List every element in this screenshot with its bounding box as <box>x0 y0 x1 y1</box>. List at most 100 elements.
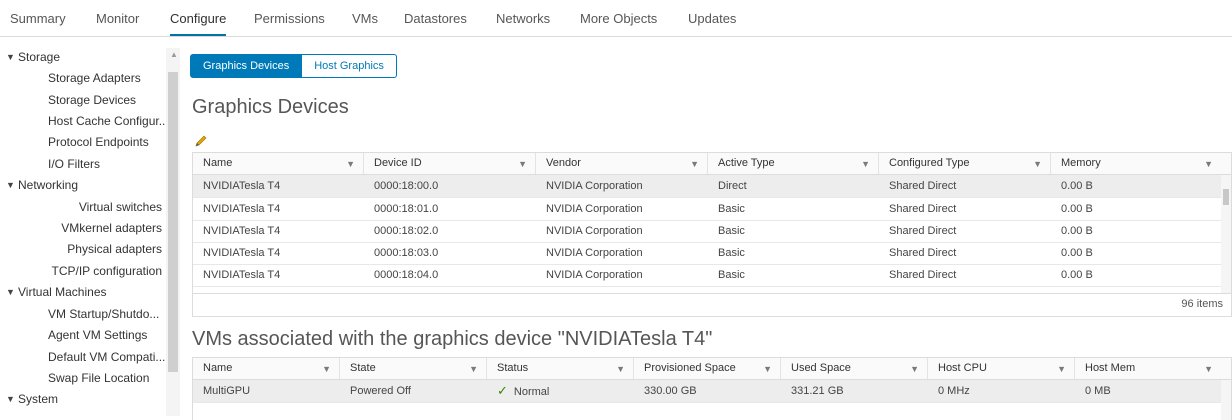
table-row[interactable]: MultiGPU Powered Off ✓ Normal 330.00 GB 3… <box>193 380 1223 403</box>
cell-device-id: 0000:18:01.0 <box>374 203 439 215</box>
column-header-vendor[interactable]: Vendor ▼ <box>536 153 708 174</box>
grid-scrollbar[interactable] <box>1221 175 1231 293</box>
cell-used-space: 331.21 GB <box>791 385 844 397</box>
sidebar-group-system[interactable]: ▼ System <box>6 390 59 408</box>
tab-monitor[interactable]: Monitor <box>96 11 139 26</box>
grid-scrollbar[interactable] <box>1221 380 1231 420</box>
sidebar-item-swap-file-location[interactable]: Swap File Location <box>48 369 176 387</box>
sidebar-group-label: Networking <box>18 178 79 192</box>
column-header-status[interactable]: Status ▼ <box>487 358 634 379</box>
filter-icon[interactable]: ▼ <box>322 359 331 380</box>
edit-pencil-icon[interactable] <box>194 134 208 148</box>
sidebar-item-io-filters[interactable]: I/O Filters <box>48 155 176 173</box>
cell-memory: 0.00 B <box>1061 180 1093 192</box>
cell-memory: 0.00 B <box>1061 203 1093 215</box>
column-header-host-cpu[interactable]: Host CPU ▼ <box>928 358 1075 379</box>
host-graphics-button[interactable]: Host Graphics <box>302 54 397 78</box>
column-header-device-id[interactable]: Device ID ▼ <box>364 153 536 174</box>
filter-icon[interactable]: ▼ <box>690 154 699 175</box>
grid-footer: 96 items <box>193 293 1231 316</box>
cell-vendor: NVIDIA Corporation <box>546 180 643 192</box>
column-header-label: State <box>350 362 376 374</box>
sidebar-item-tcpip-configuration[interactable]: TCP/IP configuration <box>34 262 162 280</box>
cell-name: NVIDIATesla T4 <box>203 180 281 192</box>
tab-permissions[interactable]: Permissions <box>254 11 325 26</box>
tab-networks[interactable]: Networks <box>496 11 550 26</box>
sidebar-item-agent-vm-settings[interactable]: Agent VM Settings <box>48 326 176 344</box>
graphics-devices-button[interactable]: Graphics Devices <box>190 54 303 78</box>
cell-configured-type: Shared Direct <box>889 180 957 192</box>
column-header-label: Host CPU <box>938 362 987 374</box>
table-row[interactable]: NVIDIATesla T4 0000:18:04.0 NVIDIA Corpo… <box>193 264 1223 287</box>
column-header-active-type[interactable]: Active Type ▼ <box>708 153 879 174</box>
scroll-up-icon[interactable]: ▲ <box>170 50 178 59</box>
column-header-name[interactable]: Name ▼ <box>193 358 340 379</box>
sidebar-item-storage-devices[interactable]: Storage Devices <box>48 91 176 109</box>
tab-vms[interactable]: VMs <box>352 11 378 26</box>
cell-device-id: 0000:18:00.0 <box>374 180 439 192</box>
cell-name: NVIDIATesla T4 <box>203 203 281 215</box>
column-header-label: Device ID <box>374 157 422 169</box>
cell-device-id: 0000:18:03.0 <box>374 247 439 259</box>
cell-device-id: 0000:18:02.0 <box>374 225 439 237</box>
column-header-provisioned-space[interactable]: Provisioned Space ▼ <box>634 358 781 379</box>
table-row[interactable]: NVIDIATesla T4 0000:18:01.0 NVIDIA Corpo… <box>193 198 1223 221</box>
filter-icon[interactable]: ▼ <box>1204 359 1213 380</box>
filter-icon[interactable]: ▼ <box>616 359 625 380</box>
sidebar-group-label: Storage <box>18 50 61 64</box>
column-header-label: Provisioned Space <box>644 362 736 374</box>
cell-vendor: NVIDIA Corporation <box>546 203 643 215</box>
column-header-configured-type[interactable]: Configured Type ▼ <box>879 153 1051 174</box>
scrollbar-thumb[interactable] <box>168 72 178 372</box>
page-title: Graphics Devices <box>192 96 349 118</box>
filter-icon[interactable]: ▼ <box>1033 154 1042 175</box>
sidebar-scrollbar[interactable]: ▲ <box>166 48 180 416</box>
column-header-used-space[interactable]: Used Space ▼ <box>781 358 928 379</box>
sidebar-group-storage[interactable]: ▼ Storage <box>6 48 61 66</box>
sidebar-group-label: System <box>18 392 59 406</box>
tab-more-objects[interactable]: More Objects <box>580 11 657 26</box>
filter-icon[interactable]: ▼ <box>910 359 919 380</box>
filter-icon[interactable]: ▼ <box>346 154 355 175</box>
table-row[interactable]: NVIDIATesla T4 0000:18:00.0 NVIDIA Corpo… <box>193 175 1223 198</box>
grid-header: Name ▼ State ▼ Status ▼ Provisioned Space ▼ … <box>193 358 1231 380</box>
sidebar-item-physical-adapters[interactable]: Physical adapters <box>34 240 162 258</box>
caret-down-icon: ▼ <box>6 180 15 190</box>
sidebar-group-virtual-machines[interactable]: ▼ Virtual Machines <box>6 283 107 301</box>
column-header-label: Used Space <box>791 362 851 374</box>
sidebar-group-networking[interactable]: ▼ Networking <box>6 176 79 194</box>
caret-down-icon: ▼ <box>6 394 15 404</box>
sidebar-item-vm-startup[interactable]: VM Startup/Shutdo... <box>48 305 176 323</box>
tab-updates[interactable]: Updates <box>688 11 736 26</box>
filter-icon[interactable]: ▼ <box>763 359 772 380</box>
column-header-state[interactable]: State ▼ <box>340 358 487 379</box>
tab-configure[interactable]: Configure <box>170 11 227 36</box>
scrollbar-thumb[interactable] <box>1223 189 1229 205</box>
cell-configured-type: Shared Direct <box>889 247 957 259</box>
cell-device-id: 0000:18:04.0 <box>374 269 439 281</box>
sidebar-item-protocol-endpoints[interactable]: Protocol Endpoints <box>48 133 176 151</box>
cell-vendor: NVIDIA Corporation <box>546 269 643 281</box>
sidebar-item-virtual-switches[interactable]: Virtual switches <box>34 198 162 216</box>
tab-datastores[interactable]: Datastores <box>404 11 467 26</box>
top-tab-bar: Summary Monitor Configure Permissions VM… <box>0 0 1232 37</box>
sidebar-item-storage-adapters[interactable]: Storage Adapters <box>48 69 176 87</box>
sidebar-item-vmkernel-adapters[interactable]: VMkernel adapters <box>34 219 162 237</box>
filter-icon[interactable]: ▼ <box>861 154 870 175</box>
table-row[interactable]: NVIDIATesla T4 0000:18:02.0 NVIDIA Corpo… <box>193 220 1223 243</box>
sidebar-item-host-cache[interactable]: Host Cache Configur... <box>48 112 176 130</box>
table-row[interactable]: NVIDIATesla T4 0000:18:03.0 NVIDIA Corpo… <box>193 242 1223 265</box>
filter-icon[interactable]: ▼ <box>1204 154 1213 175</box>
sidebar-item-default-vm-compat[interactable]: Default VM Compati... <box>48 348 176 366</box>
cell-memory: 0.00 B <box>1061 225 1093 237</box>
table-row-partial[interactable] <box>193 286 1223 292</box>
column-header-name[interactable]: Name ▼ <box>193 153 364 174</box>
column-header-memory[interactable]: Memory ▼ <box>1051 153 1221 174</box>
grid-header: Name ▼ Device ID ▼ Vendor ▼ Active Type ▼ Co… <box>193 153 1231 175</box>
tab-summary[interactable]: Summary <box>10 11 66 26</box>
filter-icon[interactable]: ▼ <box>469 359 478 380</box>
filter-icon[interactable]: ▼ <box>518 154 527 175</box>
column-header-host-mem[interactable]: Host Mem ▼ <box>1075 358 1221 379</box>
cell-active-type: Basic <box>718 225 745 237</box>
filter-icon[interactable]: ▼ <box>1057 359 1066 380</box>
